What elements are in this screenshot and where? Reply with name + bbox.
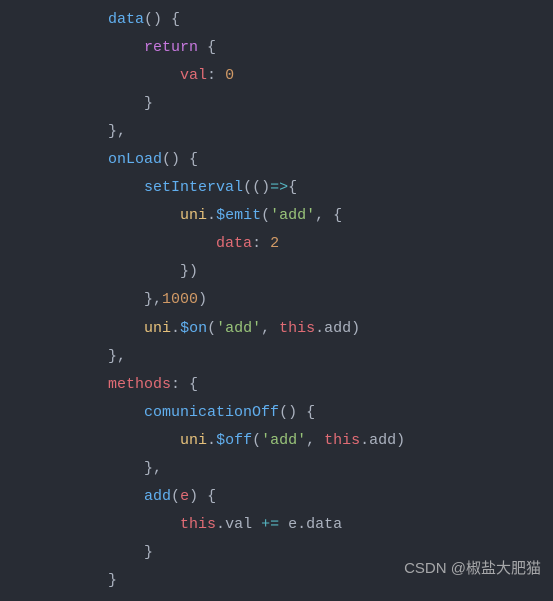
watermark-text: CSDN @椒盐大肥猫 [404, 555, 541, 583]
code-line: val: 0 [0, 62, 553, 90]
code-line: data() { [0, 6, 553, 34]
code-line: uni.$emit('add', { [0, 202, 553, 230]
code-block: data() { return { val: 0 } }, onLoad() {… [0, 0, 553, 601]
code-line: uni.$on('add', this.add) [0, 315, 553, 343]
code-line: comunicationOff() { [0, 399, 553, 427]
code-line: return { [0, 34, 553, 62]
code-line: }, [0, 343, 553, 371]
code-line: setInterval(()=>{ [0, 174, 553, 202]
code-line: data: 2 [0, 230, 553, 258]
code-line: onLoad() { [0, 146, 553, 174]
code-line: }, [0, 118, 553, 146]
code-line: this.val += e.data [0, 511, 553, 539]
code-line: methods: { [0, 371, 553, 399]
code-line: },1000) [0, 286, 553, 314]
code-line: }, [0, 455, 553, 483]
code-line: }) [0, 258, 553, 286]
code-line: } [0, 90, 553, 118]
code-line: uni.$off('add', this.add) [0, 427, 553, 455]
code-line: add(e) { [0, 483, 553, 511]
